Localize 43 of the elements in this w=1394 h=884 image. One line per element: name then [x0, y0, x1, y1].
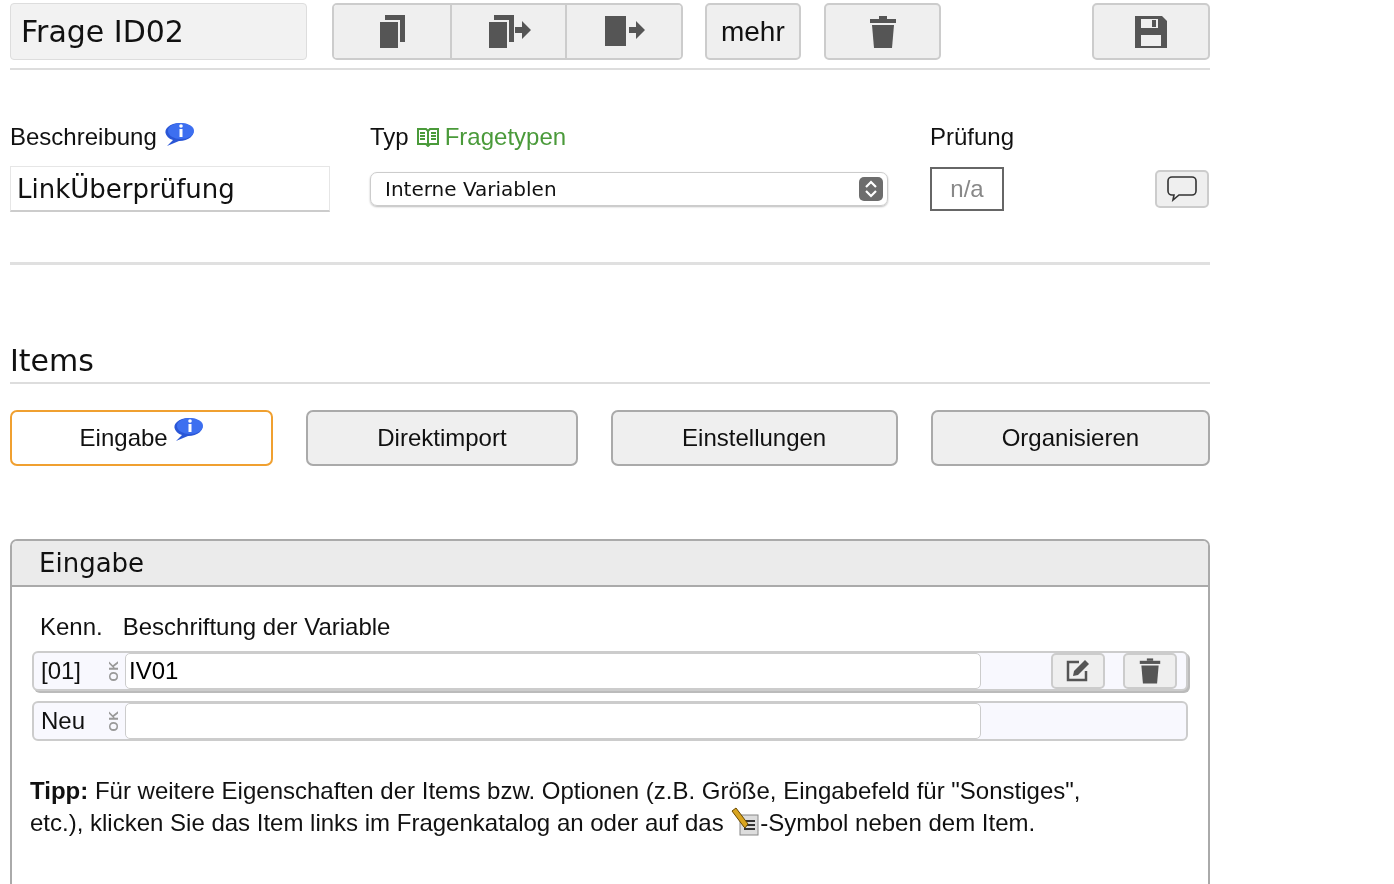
- tab[interactable]: Organisieren: [930, 410, 1210, 466]
- tip-text: Tipp: Für weitere Eigenschaften der Items bzw. Optionen (z.B. Größe, Eingabefeld für "Sonstiges",: [30, 777, 1081, 804]
- copy-move-button[interactable]: [449, 5, 566, 58]
- section-heading: Items: [10, 343, 1210, 384]
- move-button[interactable]: [565, 5, 681, 58]
- field-label: Prüfung: [930, 123, 1015, 151]
- select-arrows-icon: [859, 177, 883, 201]
- comment-icon: [1167, 176, 1197, 202]
- field-label: Typ: [370, 123, 409, 151]
- ok-mark: OK: [105, 711, 121, 731]
- check-status: n/a: [930, 167, 1004, 211]
- question-title: Frage ID02: [10, 3, 308, 60]
- edit-icon: [1065, 659, 1091, 683]
- item-label-field[interactable]: IV01: [125, 653, 981, 689]
- pencil-list-icon: [730, 807, 761, 837]
- type-select[interactable]: Interne Variablen: [370, 172, 888, 206]
- trash-icon: [868, 15, 897, 48]
- copy-button[interactable]: [334, 5, 450, 58]
- delete-button[interactable]: [823, 3, 942, 60]
- item-id: Neu: [40, 707, 87, 735]
- question-types-link[interactable]: Fragetypen: [416, 122, 567, 152]
- column-header: Beschriftung der Variable: [122, 613, 391, 641]
- edit-button[interactable]: [1051, 653, 1105, 689]
- new-item-field[interactable]: [125, 703, 981, 739]
- trash-icon: [1139, 658, 1161, 684]
- ok-mark: OK: [105, 661, 121, 681]
- comment-button[interactable]: [1155, 170, 1209, 208]
- field-label: Beschreibung: [10, 123, 157, 151]
- info-icon[interactable]: [164, 122, 195, 146]
- delete-button[interactable]: [1123, 653, 1177, 689]
- panel-header: Eingabe: [12, 541, 1208, 587]
- tab[interactable]: Eingabe: [10, 410, 274, 466]
- description-field[interactable]: LinkÜberprüfung: [10, 166, 330, 212]
- tab[interactable]: Direktimport: [306, 410, 578, 466]
- tab[interactable]: Einstellungen: [610, 410, 898, 466]
- save-button[interactable]: [1092, 3, 1210, 60]
- column-header: Kenn.: [40, 613, 103, 641]
- tip-text: -Symbol neben dem Item.: [760, 809, 1036, 836]
- document-arrow-icon: [603, 15, 646, 48]
- item-id: [01]: [40, 657, 83, 685]
- more-button[interactable]: mehr: [705, 3, 801, 60]
- book-icon: [416, 127, 439, 147]
- tip-text: etc.), klicken Sie das Item links im Fragenkatalog an oder auf das: [30, 809, 724, 836]
